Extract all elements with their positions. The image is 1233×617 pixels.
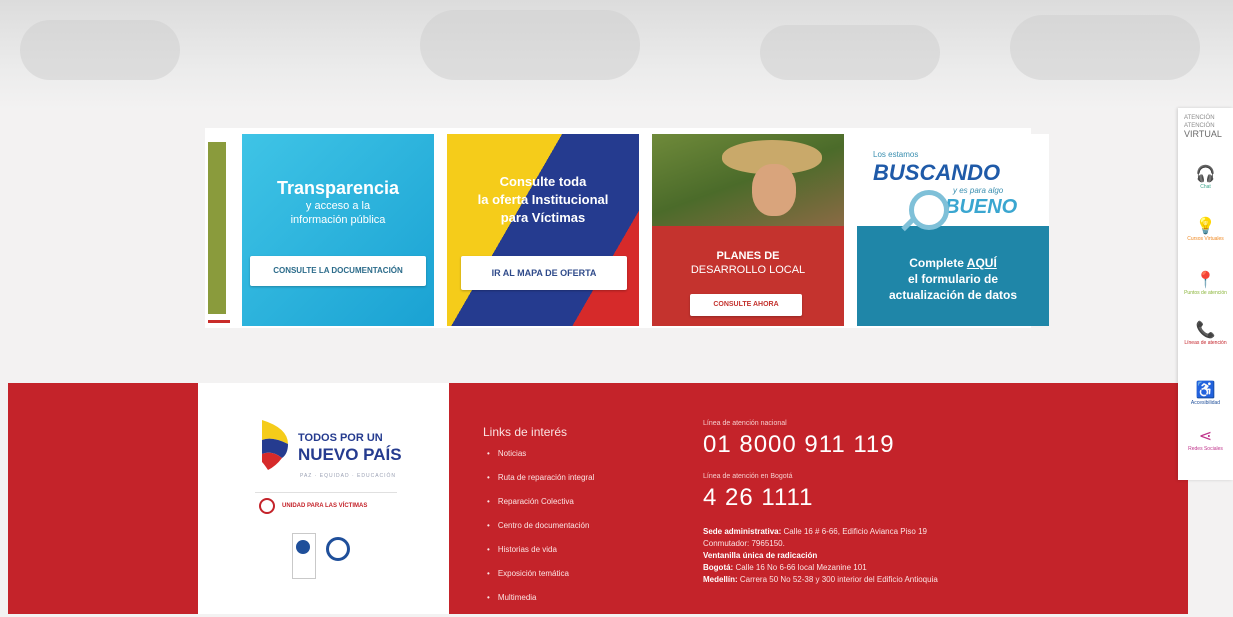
national-line-number: 01 8000 911 119 (703, 431, 895, 458)
banner-line: DESARROLLO LOCAL (690, 264, 806, 276)
banner-line: actualización de datos (888, 288, 1018, 302)
colombia-flag-logo-icon (262, 420, 288, 470)
banner-planes[interactable]: PLANES DE DESARROLLO LOCAL CONSULTE AHOR… (652, 134, 844, 326)
certification-seal-icon (326, 537, 350, 561)
brand-logo: TODOS POR UN NUEVO PAÍS (298, 432, 402, 464)
unidad-seal-text: UNIDAD PARA LAS VÍCTIMAS (282, 503, 368, 509)
consult-now-button[interactable]: CONSULTE AHORA (690, 294, 802, 316)
sidebar-item-chat[interactable]: 🎧 Chat (1178, 166, 1233, 190)
banner-line: PLANES DE (716, 250, 780, 262)
bogota-line-label: Línea de atención en Bogotá (703, 473, 793, 480)
sidebar-item-attention-lines[interactable]: 📞 Líneas de atención (1178, 322, 1233, 346)
banner-line: Los estamos (873, 150, 919, 159)
sidebar-title: ATENCIÓN ATENCIÓN VIRTUAL (1184, 115, 1222, 139)
virtual-attention-sidebar: ATENCIÓN ATENCIÓN VIRTUAL 🎧 Chat 💡 Curso… (1178, 108, 1233, 480)
footer-logos-panel (198, 383, 449, 614)
footer-link[interactable]: Exposición temática (487, 569, 594, 578)
sidebar-item-attention-points[interactable]: 📍 Puntos de atención (1178, 272, 1233, 296)
banner-subtitle: y acceso a la (305, 200, 371, 212)
sidebar-item-accessibility[interactable]: ♿ Accesibilidad (1178, 382, 1233, 406)
footer-link[interactable]: Reparación Colectiva (487, 497, 594, 506)
banner-line: para Víctimas (500, 210, 586, 225)
share-icon: ⋖ (1198, 428, 1213, 445)
banner-line: BUENO (945, 196, 1018, 218)
sidebar-item-courses[interactable]: 💡 Cursos Virtuales (1178, 218, 1233, 242)
carousel-indicator (208, 320, 230, 323)
banner-buscando[interactable]: Los estamos BUSCANDO y es para algo BUEN… (857, 134, 1049, 326)
aqui-link[interactable]: AQUÍ (967, 256, 997, 270)
footer-link[interactable]: Noticias (487, 449, 594, 458)
banner-transparencia[interactable]: Transparencia y acceso a la información … (242, 134, 434, 326)
banner-line: la oferta Institucional (477, 192, 609, 207)
banner-subtitle: información pública (290, 214, 386, 226)
footer-link[interactable]: Ruta de reparación integral (487, 473, 595, 482)
banner-title: Transparencia (276, 178, 400, 198)
banner-line: y es para algo (953, 186, 1004, 195)
location-pin-icon: 📍 (1195, 272, 1216, 289)
farmer-photo (652, 134, 844, 226)
unidad-seal-icon (259, 498, 275, 514)
banner-oferta[interactable]: Consulte toda la oferta Institucional pa… (447, 134, 639, 326)
magnifier-icon (909, 190, 949, 230)
sidebar-item-social[interactable]: ⋖ Redes Sociales (1178, 428, 1233, 452)
accessibility-icon: ♿ (1195, 382, 1216, 399)
footer-contact: Línea de atención nacional 01 8000 911 1… (703, 420, 1173, 586)
banner-line: Complete AQUÍ (909, 256, 997, 270)
footer-link[interactable]: Multimedia (487, 593, 594, 602)
footer-link[interactable]: Historias de vida (487, 545, 594, 554)
map-offer-button[interactable]: IR AL MAPA DE OFERTA (461, 256, 627, 290)
contact-address: Sede administrativa: Calle 16 # 6-66, Ed… (703, 527, 938, 584)
banner-line: Consulte toda (499, 174, 587, 189)
lightbulb-icon: 💡 (1195, 218, 1216, 235)
bogota-line-number: 4 26 1111 (703, 484, 814, 511)
banner-carousel: Transparencia y acceso a la información … (205, 128, 1049, 328)
hero-image (0, 0, 1233, 110)
consult-documentation-button[interactable]: CONSULTE LA DOCUMENTACIÓN (250, 256, 426, 286)
footer-links: Links de interés Noticias Ruta de repara… (483, 425, 594, 617)
phone-icon: 📞 (1195, 322, 1216, 339)
banner-headline: BUSCANDO (873, 160, 1001, 185)
links-title: Links de interés (483, 425, 568, 439)
banner-line: el formulario de (907, 272, 999, 286)
headset-icon: 🎧 (1195, 166, 1216, 183)
national-line-label: Línea de atención nacional (703, 420, 787, 427)
footer-link[interactable]: Centro de documentación (487, 521, 594, 530)
carousel-prev-slide[interactable] (208, 142, 226, 314)
brand-subtitle: PAZ · EQUIDAD · EDUCACIÓN (300, 473, 397, 479)
certification-badge-icon (292, 533, 316, 579)
